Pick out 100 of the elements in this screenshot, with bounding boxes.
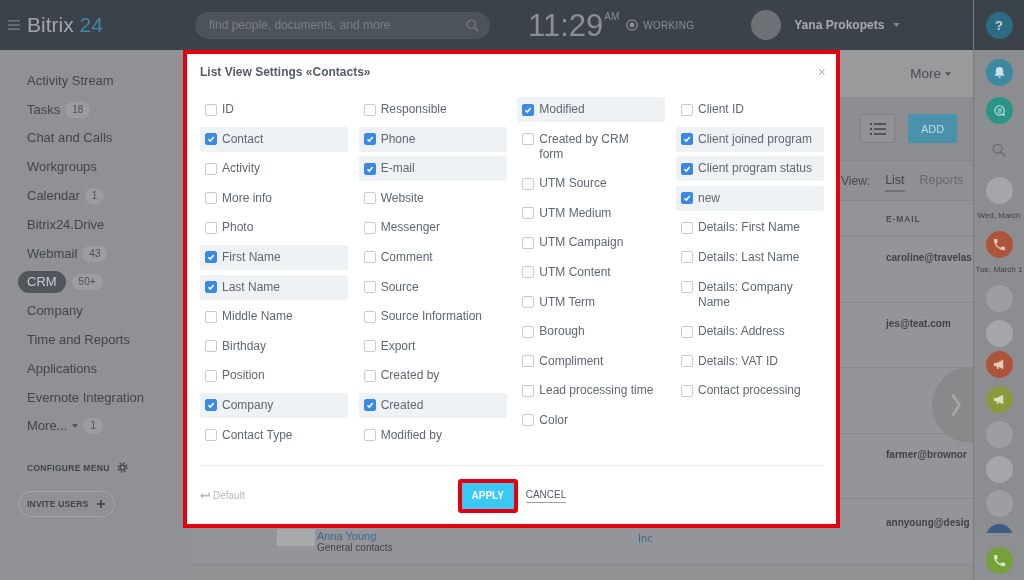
help-button[interactable]: ?	[985, 11, 1013, 39]
column-option[interactable]: Company	[200, 392, 348, 418]
column-option[interactable]: More info	[200, 185, 348, 211]
sidebar-item[interactable]: Evernote Integration	[18, 386, 145, 409]
sidebar-item[interactable]: CRM	[18, 271, 66, 294]
bell-icon[interactable]	[985, 58, 1013, 86]
sidebar-item[interactable]: Time and Reports	[18, 329, 130, 352]
column-option[interactable]: Details: Company Name	[675, 274, 824, 315]
search-icon[interactable]	[466, 18, 479, 32]
checkbox[interactable]	[522, 355, 535, 368]
logo[interactable]: Bitrix 24	[27, 13, 103, 36]
checkbox[interactable]	[680, 251, 693, 264]
checkbox[interactable]	[680, 221, 693, 234]
checkbox[interactable]	[363, 251, 376, 264]
checkbox[interactable]	[522, 177, 535, 190]
list-view-button[interactable]	[860, 114, 895, 143]
column-option[interactable]: Source	[358, 274, 507, 300]
checkbox[interactable]	[522, 207, 535, 220]
checkbox[interactable]	[363, 369, 376, 382]
column-option[interactable]: Comment	[358, 244, 507, 270]
checkbox[interactable]	[205, 221, 217, 234]
column-header[interactable]: E-MAIL	[886, 213, 973, 224]
sidebar-item[interactable]: Bitrix24.Drive	[18, 213, 105, 236]
column-option[interactable]: UTM Content	[517, 259, 666, 285]
checkbox[interactable]	[363, 340, 376, 353]
checkbox[interactable]	[363, 310, 376, 323]
column-option[interactable]: Modified by	[358, 422, 507, 448]
checkbox[interactable]	[522, 103, 535, 116]
sidebar-item[interactable]: Tasks	[18, 98, 61, 121]
column-option[interactable]: Borough	[517, 319, 666, 345]
checkbox[interactable]	[522, 133, 535, 146]
chat-icon[interactable]	[985, 96, 1013, 124]
checkbox[interactable]	[205, 251, 217, 264]
menu-icon[interactable]	[8, 20, 20, 30]
checkbox[interactable]	[522, 296, 535, 309]
checkbox[interactable]	[205, 399, 217, 412]
checkbox[interactable]	[680, 192, 693, 205]
column-option[interactable]: ID	[200, 97, 348, 122]
sidebar-item[interactable]: Chat and Calls	[18, 127, 113, 150]
column-option[interactable]: Color	[517, 407, 666, 433]
checkbox[interactable]	[205, 369, 217, 382]
checkbox[interactable]	[680, 355, 693, 368]
column-option[interactable]: Details: VAT ID	[675, 348, 824, 374]
checkbox[interactable]	[680, 103, 693, 116]
checkbox[interactable]	[363, 162, 376, 175]
column-option[interactable]: Contact	[200, 126, 348, 152]
avatar-icon[interactable]	[985, 319, 1013, 347]
checkbox[interactable]	[205, 310, 217, 323]
view-tab[interactable]: List	[885, 169, 905, 192]
column-option[interactable]: Responsible	[358, 97, 507, 122]
checkbox[interactable]	[680, 384, 693, 397]
checkbox[interactable]	[522, 384, 535, 397]
checkbox[interactable]	[680, 162, 693, 175]
column-option[interactable]: UTM Source	[517, 171, 666, 197]
phone-icon[interactable]	[985, 230, 1013, 258]
checkbox[interactable]	[363, 192, 376, 205]
megaphone-icon[interactable]	[985, 350, 1013, 378]
column-option[interactable]: Last Name	[200, 274, 348, 300]
column-option[interactable]: Details: Address	[675, 319, 824, 345]
column-option[interactable]: Created	[358, 392, 507, 418]
checkbox[interactable]	[205, 162, 217, 175]
search-icon[interactable]	[992, 142, 1006, 157]
column-option[interactable]: Client program status	[675, 156, 824, 182]
sidebar-item[interactable]: Company	[18, 300, 83, 323]
checkbox[interactable]	[522, 236, 535, 249]
column-option[interactable]: Middle Name	[200, 304, 348, 330]
column-option[interactable]: Client ID	[675, 97, 824, 122]
column-option[interactable]: Birthday	[200, 333, 348, 359]
column-option[interactable]: Photo	[200, 215, 348, 241]
column-option[interactable]: Website	[358, 185, 507, 211]
column-option[interactable]: Activity	[200, 156, 348, 182]
checkbox[interactable]	[205, 429, 217, 442]
configure-menu-button[interactable]: CONFIGURE MENU	[27, 459, 128, 476]
user-menu-button[interactable]: Yana Prokopets	[751, 10, 901, 40]
checkbox[interactable]	[363, 399, 376, 412]
sidebar-item[interactable]: More...	[18, 415, 79, 438]
column-option[interactable]: Details: First Name	[675, 215, 824, 241]
more-menu-button[interactable]: More	[910, 66, 951, 81]
column-option[interactable]: Messenger	[358, 215, 507, 241]
sidebar-item[interactable]: Webmail	[18, 242, 78, 265]
checkbox[interactable]	[363, 281, 376, 294]
column-option[interactable]: Created by CRM form	[517, 126, 666, 167]
column-option[interactable]: Contact Type	[200, 422, 348, 448]
column-option[interactable]: E-mail	[358, 156, 507, 182]
column-option[interactable]: Lead processing time	[517, 378, 666, 404]
checkbox[interactable]	[363, 429, 376, 442]
checkbox[interactable]	[680, 133, 693, 146]
column-option[interactable]: Export	[358, 333, 507, 359]
checkbox[interactable]	[363, 133, 376, 146]
sidebar-item[interactable]: Calendar	[18, 185, 80, 208]
column-option[interactable]: Created by	[358, 363, 507, 389]
column-option[interactable]: Contact processing	[675, 378, 824, 404]
column-option[interactable]: Source Information	[358, 304, 507, 330]
checkbox[interactable]	[363, 221, 376, 234]
column-option[interactable]: Modified	[517, 97, 666, 122]
checkbox[interactable]	[680, 281, 693, 294]
column-option[interactable]: UTM Term	[517, 289, 666, 315]
checkbox[interactable]	[205, 340, 217, 353]
column-option[interactable]: UTM Campaign	[517, 230, 666, 256]
avatar-icon[interactable]	[985, 455, 1013, 483]
